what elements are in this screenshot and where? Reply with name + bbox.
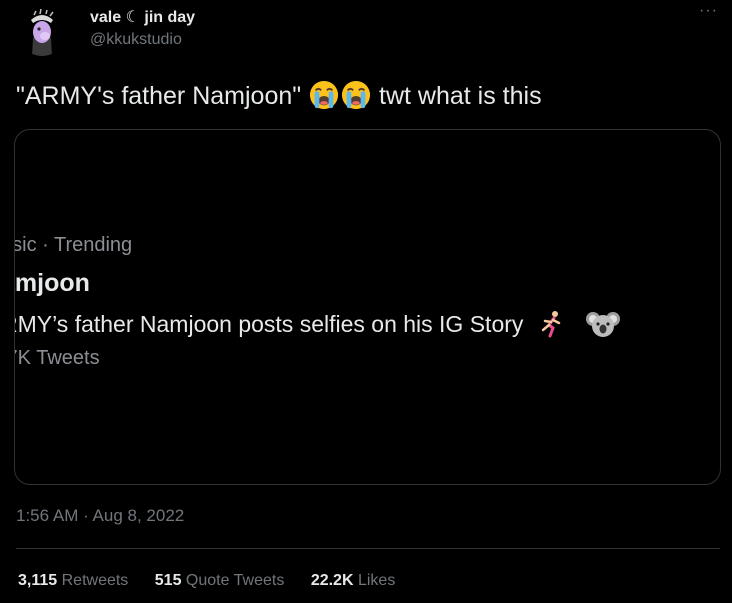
author-handle[interactable]: @kkukstudio: [90, 31, 182, 49]
retweets-count: 3,115: [18, 572, 58, 589]
tweet-media-image[interactable]: usic · Trending amjoon RMY’s father Namj…: [14, 129, 721, 485]
divider: [16, 548, 720, 549]
tweet-text-before: "ARMY's father Namjoon": [16, 82, 309, 110]
quote-tweets-count: 515: [154, 572, 182, 589]
more-options-icon[interactable]: ···: [699, 2, 718, 20]
quote-tweets-stat[interactable]: 515 Quote Tweets: [155, 572, 285, 589]
trend-headline-text: RMY’s father Namjoon posts selfies on hi…: [14, 311, 524, 337]
likes-label: Likes: [357, 572, 396, 589]
avatar[interactable]: [18, 8, 66, 56]
tweet-text: "ARMY's father Namjoon" twt what is this: [16, 80, 542, 111]
trend-name: amjoon: [14, 269, 90, 297]
trend-category: usic · Trending: [14, 234, 133, 256]
trend-tweet-count: .7K Tweets: [15, 347, 100, 369]
person-running-icon: [541, 311, 561, 338]
likes-count: 22.2K: [310, 572, 354, 589]
tweet-text-after: twt what is this: [372, 82, 542, 110]
retweets-stat[interactable]: 3,115 Retweets: [18, 572, 128, 589]
loudly-crying-face-icon: [310, 80, 339, 110]
likes-stat[interactable]: 22.2K Likes: [311, 572, 396, 589]
quote-tweets-label: Quote Tweets: [185, 572, 285, 589]
trend-screenshot: usic · Trending amjoon RMY’s father Namj…: [14, 234, 720, 370]
avatar-image: [18, 8, 66, 56]
tweet-timestamp[interactable]: 1:56 AM · Aug 8, 2022: [16, 506, 184, 526]
retweets-label: Retweets: [61, 572, 129, 589]
koala-icon: [586, 312, 621, 337]
loudly-crying-face-icon: [342, 80, 371, 110]
trend-headline: RMY’s father Namjoon posts selfies on hi…: [14, 309, 720, 339]
tweet-stats: 3,115 Retweets 515 Quote Tweets 22.2K Li…: [18, 572, 417, 590]
author-display-name[interactable]: vale ☾ jin day: [90, 7, 195, 27]
